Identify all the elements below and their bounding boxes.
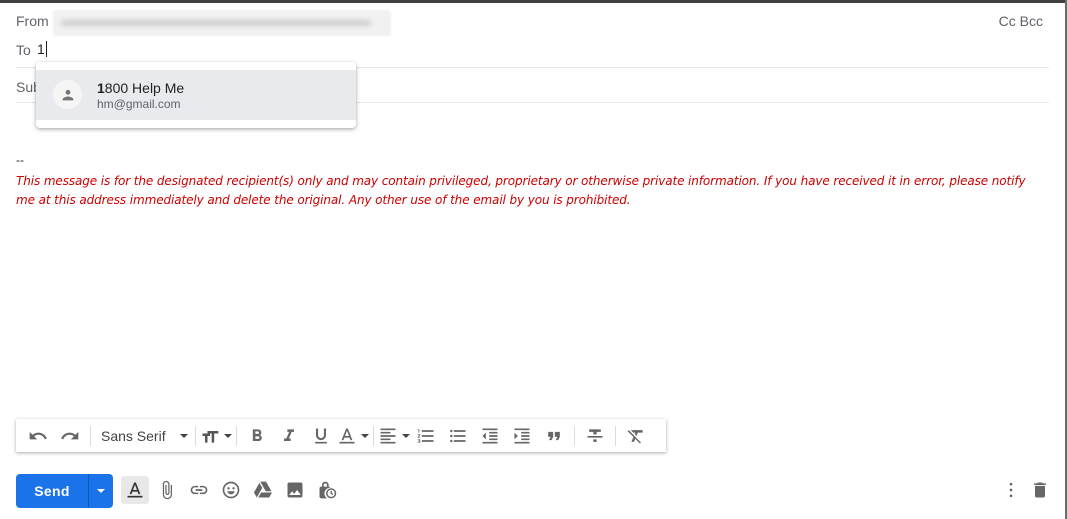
- suggestion-name: 1800 Help Me: [97, 80, 184, 96]
- remove-formatting-button[interactable]: [620, 422, 652, 450]
- indent-more-icon: [514, 428, 530, 443]
- send-options-button[interactable]: [88, 474, 113, 508]
- bold-button[interactable]: [241, 422, 273, 450]
- send-button-group: Send: [16, 474, 113, 508]
- toolbar-separator: [236, 425, 237, 446]
- insert-photo-button[interactable]: [281, 476, 309, 504]
- strikethrough-button[interactable]: [579, 422, 611, 450]
- signature-separator: --: [16, 153, 24, 167]
- suggestion-email: hm@gmail.com: [97, 97, 181, 111]
- bulleted-list-button[interactable]: [442, 422, 474, 450]
- more-vert-icon: [1009, 482, 1013, 498]
- quote-button[interactable]: [538, 422, 570, 450]
- suggestion-item[interactable]: 1800 Help Me hm@gmail.com: [36, 70, 356, 120]
- cc-bcc-links: Cc Bcc: [999, 13, 1043, 29]
- text-size-icon: [202, 430, 219, 443]
- strikethrough-icon: [587, 428, 603, 442]
- text-caret: [45, 41, 47, 57]
- send-button[interactable]: Send: [16, 483, 88, 499]
- toolbar-separator: [195, 425, 196, 446]
- indent-more-button[interactable]: [506, 422, 538, 450]
- confidential-mode-button[interactable]: [313, 476, 341, 504]
- from-value-redacted[interactable]: [53, 10, 391, 36]
- undo-button[interactable]: [22, 422, 54, 450]
- chevron-down-icon: [402, 433, 410, 438]
- to-input[interactable]: 1: [37, 41, 47, 57]
- align-button[interactable]: [378, 422, 410, 450]
- font-size-button[interactable]: [200, 422, 232, 450]
- to-input-text: 1: [37, 41, 45, 57]
- insert-link-button[interactable]: [185, 476, 213, 504]
- formatting-toolbar: Sans Serif: [16, 419, 666, 452]
- chevron-down-icon: [179, 433, 188, 438]
- toolbar-separator: [574, 425, 575, 446]
- photo-icon: [287, 482, 303, 498]
- font-family-value: Sans Serif: [101, 427, 166, 444]
- recipient-suggestions: 1800 Help Me hm@gmail.com: [36, 62, 356, 128]
- window-top-border: [0, 0, 1067, 3]
- italic-icon: [284, 428, 294, 441]
- italic-button[interactable]: [273, 422, 305, 450]
- indent-less-icon: [482, 428, 498, 443]
- quote-icon: [548, 431, 560, 440]
- suggestion-name-match: 1: [97, 80, 105, 96]
- undo-icon: [29, 431, 47, 439]
- suggestion-name-rest: 800 Help Me: [104, 80, 185, 96]
- bulleted-list-icon: [450, 429, 466, 442]
- redo-icon: [61, 431, 79, 439]
- more-options-button[interactable]: [999, 478, 1023, 502]
- link-icon: [190, 485, 208, 495]
- text-color-icon: [339, 428, 355, 443]
- indent-less-button[interactable]: [474, 422, 506, 450]
- to-label: To: [16, 42, 31, 58]
- numbered-list-button[interactable]: [410, 422, 442, 450]
- trash-icon: [1034, 482, 1046, 498]
- attach-files-button[interactable]: [153, 476, 181, 504]
- discard-draft-button[interactable]: [1028, 478, 1052, 502]
- chevron-down-icon: [361, 433, 369, 438]
- insert-emoji-button[interactable]: [217, 476, 245, 504]
- numbered-list-icon: [417, 428, 434, 443]
- compose-actions: [121, 476, 345, 504]
- bcc-link[interactable]: Bcc: [1020, 13, 1043, 29]
- toolbar-separator: [615, 425, 616, 446]
- formatting-options-icon: [127, 482, 143, 498]
- signature-disclaimer[interactable]: This message is for the designated recip…: [16, 172, 1046, 210]
- emoji-icon: [222, 481, 240, 499]
- font-family-select[interactable]: Sans Serif: [95, 422, 191, 450]
- bold-icon: [252, 428, 262, 441]
- underline-icon: [315, 428, 327, 443]
- underline-button[interactable]: [305, 422, 337, 450]
- formatting-options-button[interactable]: [121, 476, 149, 504]
- cc-link[interactable]: Cc: [999, 13, 1016, 29]
- toolbar-separator: [373, 425, 374, 446]
- lock-clock-icon: [319, 481, 337, 499]
- person-icon: [53, 80, 82, 109]
- redo-button[interactable]: [54, 422, 86, 450]
- align-left-icon: [380, 428, 396, 443]
- toolbar-separator: [90, 425, 91, 446]
- remove-formatting-icon: [627, 429, 643, 443]
- google-drive-icon: [253, 481, 273, 498]
- from-label: From: [16, 13, 49, 29]
- chevron-down-icon: [97, 489, 105, 493]
- text-color-button[interactable]: [337, 422, 369, 450]
- chevron-down-icon: [224, 433, 232, 438]
- paperclip-icon: [162, 480, 172, 500]
- insert-drive-button[interactable]: [249, 476, 277, 504]
